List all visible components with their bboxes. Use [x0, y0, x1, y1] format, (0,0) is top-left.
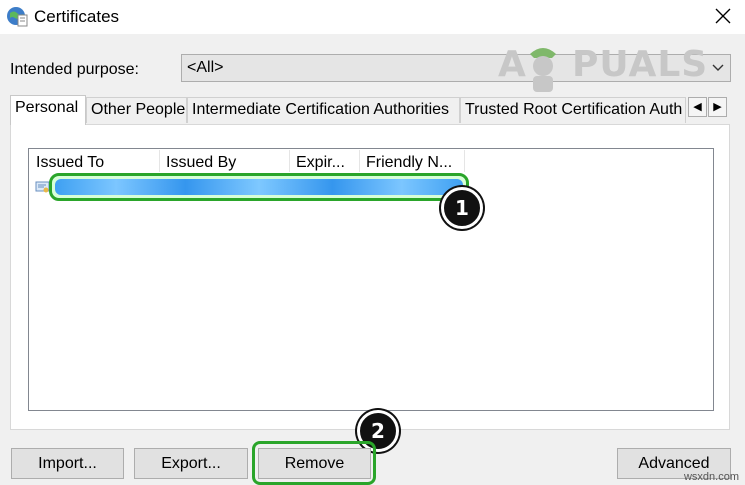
tab-label: Trusted Root Certification Auth	[465, 101, 683, 118]
column-friendly-name[interactable]: Friendly N...	[360, 150, 465, 172]
watermark-text-right: PUALS	[572, 44, 709, 85]
import-button[interactable]: Import...	[11, 448, 124, 479]
tab-personal[interactable]: Personal	[10, 95, 86, 125]
column-issued-to[interactable]: Issued To	[30, 150, 160, 172]
intended-purpose-value: <All>	[187, 59, 224, 76]
export-button[interactable]: Export...	[134, 448, 248, 479]
column-expiration[interactable]: Expir...	[290, 150, 360, 172]
tab-trusted-root-ca[interactable]: Trusted Root Certification Auth	[460, 97, 686, 123]
window-title: Certificates	[34, 7, 120, 26]
mascot-icon	[530, 48, 556, 92]
selected-certificate-row[interactable]	[49, 173, 469, 201]
certificates-app-icon	[7, 7, 28, 27]
intended-purpose-label: Intended purpose:	[10, 61, 139, 78]
tab-scroll-left-icon[interactable]: ◀	[688, 97, 707, 117]
tab-label: Intermediate Certification Authorities	[192, 101, 450, 118]
tab-scroll-right-icon[interactable]: ▶	[708, 97, 727, 117]
tab-other-people[interactable]: Other People	[86, 97, 187, 123]
appuals-watermark: A PUALS	[498, 40, 713, 98]
close-icon[interactable]	[711, 4, 735, 28]
certificate-store-tabs: Personal Other People Intermediate Certi…	[10, 95, 710, 125]
step-badge-1: 1	[441, 187, 483, 229]
footer-watermark: wsxdn.com	[683, 471, 739, 483]
tab-label: Personal	[15, 99, 79, 116]
title-bar: Certificates	[0, 0, 745, 34]
tab-intermediate-ca[interactable]: Intermediate Certification Authorities	[187, 97, 460, 123]
tab-label: Other People	[91, 101, 186, 118]
column-issued-by[interactable]: Issued By	[160, 150, 290, 172]
remove-button[interactable]: Remove	[258, 448, 371, 479]
certificate-list[interactable]: Issued To Issued By Expir... Friendly N.…	[28, 148, 714, 411]
redacted-certificate-entry	[55, 179, 463, 195]
chevron-down-icon	[712, 64, 724, 71]
